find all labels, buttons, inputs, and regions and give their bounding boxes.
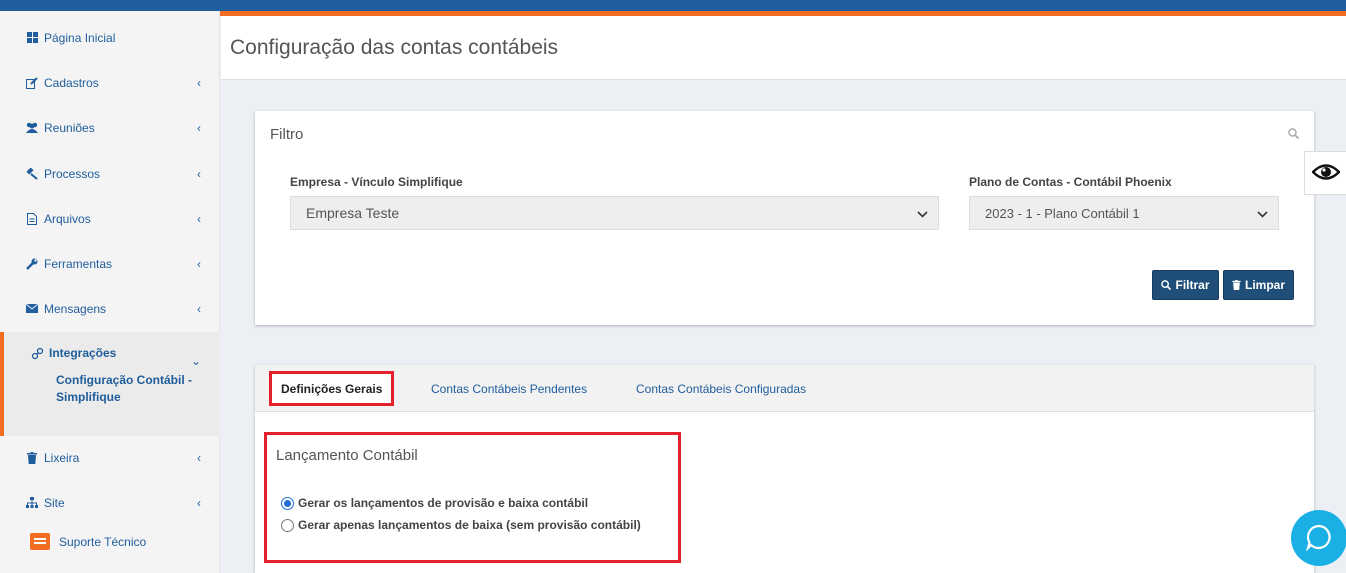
search-icon bbox=[1161, 280, 1172, 290]
sidebar-subitem-configuracao-contabil[interactable]: Configuração Contábil - Simplifique bbox=[56, 372, 206, 406]
chevron-left-icon: ‹ bbox=[197, 256, 201, 271]
chat-icon bbox=[30, 533, 50, 550]
radio-label: Gerar apenas lançamentos de baixa (sem p… bbox=[298, 518, 641, 532]
chevron-down-icon bbox=[917, 205, 928, 221]
sidebar-item-reunioes[interactable]: Reuniões ‹ bbox=[0, 105, 220, 150]
sidebar-item-arquivos[interactable]: Arquivos ‹ bbox=[0, 196, 220, 241]
empresa-select[interactable]: Empresa Teste bbox=[290, 196, 939, 230]
tab-bar: Definições Gerais Contas Contábeis Pende… bbox=[255, 365, 1314, 412]
envelope-icon bbox=[25, 302, 39, 316]
page-title: Configuração das contas contábeis bbox=[230, 36, 559, 59]
sidebar-item-label: Ferramentas bbox=[44, 256, 113, 271]
edit-icon bbox=[25, 76, 39, 90]
limpar-button[interactable]: Limpar bbox=[1223, 270, 1294, 300]
visibility-toggle[interactable] bbox=[1304, 151, 1346, 195]
tab-contas-pendentes[interactable]: Contas Contábeis Pendentes bbox=[431, 375, 587, 402]
plano-label: Plano de Contas - Contábil Phoenix bbox=[969, 175, 1172, 189]
chat-widget-button[interactable] bbox=[1291, 510, 1346, 566]
search-icon[interactable] bbox=[1288, 128, 1300, 142]
sidebar-item-label: Processos bbox=[44, 166, 101, 181]
sidebar-item-ferramentas[interactable]: Ferramentas ‹ bbox=[0, 241, 220, 286]
radio-button[interactable] bbox=[281, 518, 294, 532]
trash-icon bbox=[1232, 280, 1241, 290]
chevron-down-icon: ⌄ bbox=[190, 354, 201, 368]
plano-value: 2023 - 1 - Plano Contábil 1 bbox=[985, 205, 1140, 221]
wrench-icon bbox=[25, 257, 39, 271]
lancamento-title: Lançamento Contábil bbox=[276, 447, 418, 464]
sidebar-item-label: Integrações bbox=[49, 346, 117, 360]
sidebar-item-processos[interactable]: Processos ‹ bbox=[0, 151, 220, 196]
sidebar-item-label: Site bbox=[44, 495, 65, 510]
radio-apenas-baixa[interactable]: Gerar apenas lançamentos de baixa (sem p… bbox=[281, 518, 641, 532]
link-icon bbox=[30, 346, 44, 360]
gavel-icon bbox=[25, 167, 39, 181]
chevron-left-icon: ‹ bbox=[197, 301, 201, 316]
page-header: Configuração das contas contábeis bbox=[221, 16, 1346, 80]
tab-contas-configuradas[interactable]: Contas Contábeis Configuradas bbox=[636, 375, 806, 402]
empresa-label: Empresa - Vínculo Simplifique bbox=[290, 175, 463, 189]
radio-button[interactable] bbox=[281, 496, 294, 510]
sidebar-item-pagina-inicial[interactable]: Página Inicial bbox=[0, 15, 220, 60]
filter-panel: Filtro Empresa - Vínculo Simplifique Emp… bbox=[255, 111, 1314, 325]
sidebar-item-label: Mensagens bbox=[44, 301, 107, 316]
eye-icon bbox=[1310, 162, 1341, 185]
users-icon bbox=[25, 121, 39, 135]
sidebar-item-mensagens[interactable]: Mensagens ‹ bbox=[0, 286, 220, 331]
sidebar-item-label: Lixeira bbox=[44, 450, 80, 465]
trash-icon bbox=[25, 451, 39, 465]
chevron-left-icon: ‹ bbox=[197, 211, 201, 226]
sidebar: Página Inicial Cadastros ‹ Reuniões ‹ Pr… bbox=[0, 11, 220, 573]
chat-bubble-icon bbox=[1305, 523, 1333, 554]
sidebar-item-lixeira[interactable]: Lixeira ‹ bbox=[0, 435, 220, 480]
radio-label: Gerar os lançamentos de provisão e baixa… bbox=[298, 496, 589, 510]
sidebar-item-cadastros[interactable]: Cadastros ‹ bbox=[0, 60, 220, 105]
chevron-left-icon: ‹ bbox=[197, 166, 201, 181]
chevron-left-icon: ‹ bbox=[197, 120, 201, 135]
chevron-left-icon: ‹ bbox=[197, 450, 201, 465]
filtrar-button[interactable]: Filtrar bbox=[1152, 270, 1219, 300]
sidebar-item-label: Cadastros bbox=[44, 75, 99, 90]
radio-provisao-baixa[interactable]: Gerar os lançamentos de provisão e baixa… bbox=[281, 496, 588, 510]
empresa-value: Empresa Teste bbox=[306, 205, 400, 221]
plano-select[interactable]: 2023 - 1 - Plano Contábil 1 bbox=[969, 196, 1279, 230]
file-icon bbox=[25, 212, 39, 226]
suporte-tecnico-link[interactable]: Suporte Técnico bbox=[30, 533, 146, 550]
sidebar-item-site[interactable]: Site ‹ bbox=[0, 480, 220, 525]
chevron-left-icon: ‹ bbox=[197, 495, 201, 510]
dashboard-icon bbox=[25, 31, 39, 45]
filter-title: Filtro bbox=[270, 126, 304, 143]
sidebar-item-label: Arquivos bbox=[44, 211, 91, 226]
suporte-label: Suporte Técnico bbox=[59, 534, 147, 549]
sidebar-item-label: Reuniões bbox=[44, 120, 95, 135]
filtrar-label: Filtrar bbox=[1175, 278, 1210, 292]
chevron-left-icon: ‹ bbox=[197, 75, 201, 90]
sitemap-icon bbox=[25, 496, 39, 510]
chevron-down-icon bbox=[1257, 205, 1268, 221]
sidebar-item-label: Página Inicial bbox=[44, 30, 116, 45]
limpar-label: Limpar bbox=[1244, 278, 1285, 292]
tab-definicoes-gerais[interactable]: Definições Gerais bbox=[269, 371, 395, 406]
